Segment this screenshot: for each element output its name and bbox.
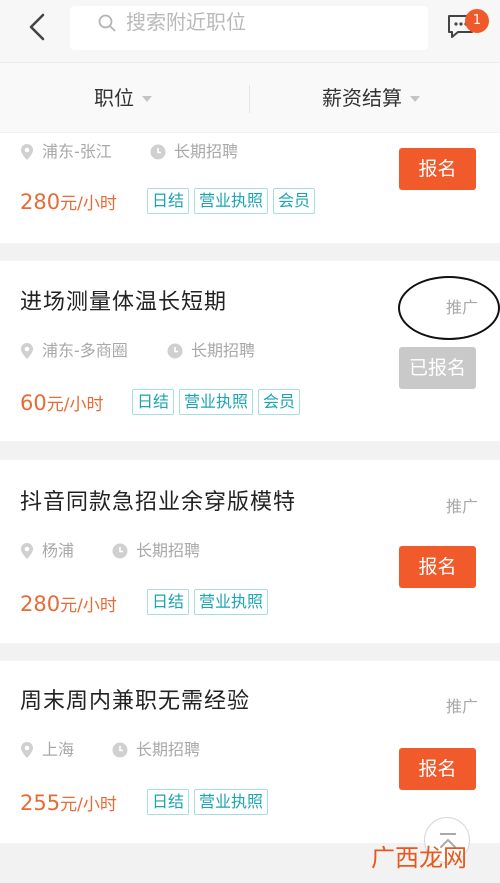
price-value: 60 [20,391,47,415]
filter-salary-label: 薪资结算 [322,86,402,110]
job-location: 浦东-多商圈 [20,341,128,361]
price-value: 280 [20,190,61,214]
job-tags: 日结 营业执照 [147,789,269,815]
job-price: 60元/小时 [20,390,103,418]
search-input[interactable] [70,6,428,50]
job-card[interactable]: 浦东-张江 长期招聘 280元/小时 日结 营业执照 会员 报名 [0,133,500,243]
tag-business-license: 营业执照 [194,188,269,214]
filter-position-label: 职位 [94,86,134,110]
job-title: 进场测量体温长短期 [20,290,228,315]
price-unit: 元/小时 [60,194,117,214]
job-card[interactable]: 抖音同款急招业余穿版模特 推广 杨浦 长期招聘 280元/小时 日结 营业执照 … [0,460,500,643]
filter-divider [249,85,250,113]
job-location-text: 杨浦 [42,541,75,560]
filter-salary-settlement[interactable]: 薪资结算 [322,85,420,111]
job-location: 杨浦 [20,541,74,561]
job-term-text: 长期招聘 [174,142,239,161]
clock-icon [167,343,183,359]
job-location-text: 上海 [42,740,75,759]
message-badge: 1 [465,9,489,33]
tag-member: 会员 [273,188,316,214]
search-placeholder: 搜索附近职位 [126,10,246,34]
job-term-text: 长期招聘 [136,541,201,560]
filter-bar: 职位 薪资结算 [0,62,500,132]
apply-button[interactable]: 报名 [399,748,476,790]
tag-daily-pay: 日结 [132,389,175,415]
tag-member: 会员 [258,389,301,415]
promoted-label: 推广 [446,697,479,716]
job-location: 上海 [20,740,74,760]
clock-icon [150,144,166,160]
back-button[interactable] [22,12,52,42]
job-price: 280元/小时 [20,591,117,619]
tag-business-license: 营业执照 [179,389,254,415]
caret-down-icon [142,96,152,102]
location-pin-icon [21,144,33,160]
job-term: 长期招聘 [112,541,200,561]
job-location-text: 浦东-多商圈 [42,341,128,360]
filter-position[interactable]: 职位 [94,85,152,111]
promoted-label: 推广 [446,497,479,516]
apply-button[interactable]: 报名 [399,546,476,588]
price-value: 280 [20,592,61,616]
job-term-text: 长期招聘 [136,740,201,759]
job-price: 255元/小时 [20,790,117,818]
price-unit: 元/小时 [60,596,117,616]
tag-daily-pay: 日结 [147,589,190,615]
top-bar: 搜索附近职位 1 [0,0,500,62]
location-pin-icon [21,742,33,758]
job-price: 280元/小时 [20,189,117,217]
job-location-text: 浦东-张江 [42,142,112,161]
tag-daily-pay: 日结 [147,188,190,214]
chevron-left-icon [29,13,45,41]
job-term: 长期招聘 [167,341,255,361]
job-location: 浦东-张江 [20,142,112,162]
annotation-circle [398,276,500,340]
job-term-text: 长期招聘 [191,341,256,360]
price-unit: 元/小时 [60,795,117,815]
job-term: 长期招聘 [112,740,200,760]
tag-daily-pay: 日结 [147,789,190,815]
job-tags: 日结 营业执照 会员 [147,188,316,214]
price-unit: 元/小时 [46,395,104,415]
price-value: 255 [20,791,61,815]
job-tags: 日结 营业执照 [147,589,269,615]
job-term: 长期招聘 [150,142,238,162]
apply-button[interactable]: 报名 [399,148,476,190]
watermark-logo: 广西龙网 [371,844,467,872]
job-title: 抖音同款急招业余穿版模特 [20,490,297,515]
job-tags: 日结 营业执照 会员 [132,389,301,415]
location-pin-icon [21,543,33,559]
applied-button[interactable]: 已报名 [399,347,476,389]
clock-icon [112,742,128,758]
tag-business-license: 营业执照 [194,789,269,815]
job-title: 周末周内兼职无需经验 [20,689,251,714]
clock-icon [112,543,128,559]
location-pin-icon [21,343,33,359]
caret-down-icon [410,96,420,102]
search-icon [98,14,116,32]
job-card[interactable]: 周末周内兼职无需经验 推广 上海 长期招聘 255元/小时 日结 营业执照 报名 [0,661,500,843]
tag-business-license: 营业执照 [194,589,269,615]
